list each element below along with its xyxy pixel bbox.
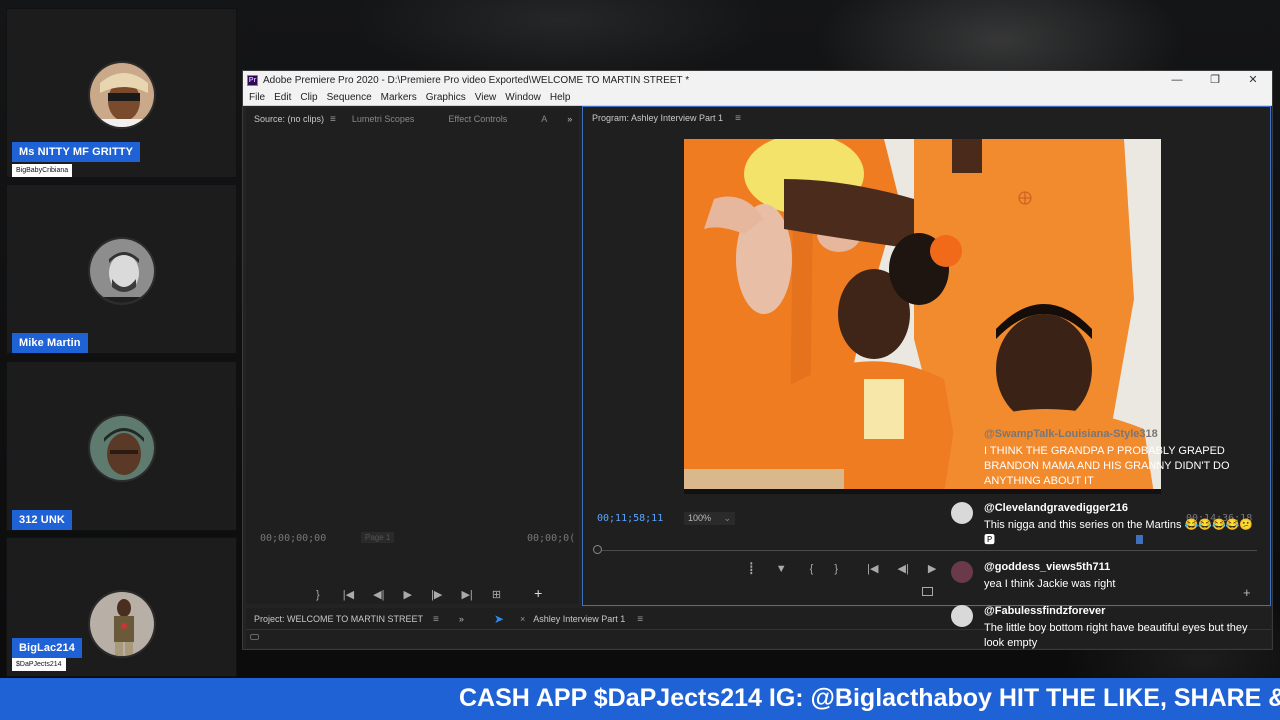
participant-avatar (88, 237, 156, 305)
step-forward-icon[interactable]: |▶ (431, 589, 442, 601)
chat-author: @Fabulessfindzforever (984, 605, 1106, 617)
add-button-icon[interactable]: + (534, 585, 542, 601)
participant-name-tag: BigLac214 (12, 638, 82, 658)
participant-name-tag: Mike Martin (12, 333, 88, 353)
marker-icon[interactable]: ▼ (776, 563, 787, 575)
tab-sequence[interactable]: Ashley Interview Part 1 (533, 614, 625, 624)
chat-message-text: This nigga and this series on the Martin… (984, 519, 1254, 546)
ticker-text: CASH APP $DaPJects214 IG: @Biglacthaboy … (459, 684, 1280, 712)
panel-menu-icon[interactable]: ≡ (433, 614, 439, 625)
source-transport-controls: } |◀ ◀| ▶ |▶ ▶| ⊞ + (316, 585, 542, 601)
participant-name-tag: Ms NITTY MF GRITTY (12, 142, 141, 162)
insert-icon[interactable]: ⊞ (492, 589, 501, 601)
menu-view[interactable]: View (475, 92, 497, 103)
step-back-icon[interactable]: ◀| (373, 589, 384, 601)
panel-menu-icon[interactable]: ≡ (330, 114, 336, 125)
step-back-icon[interactable]: ◀| (898, 563, 909, 575)
premiere-logo-icon: Pr (247, 74, 258, 86)
close-icon[interactable]: ✕ (1234, 71, 1272, 89)
close-tab-icon[interactable]: × (520, 614, 525, 624)
participant-tile-3[interactable]: 312 UNK (6, 361, 237, 531)
mark-out-icon[interactable]: } (834, 563, 838, 575)
zoom-dropdown[interactable]: 100% ⌄ (684, 512, 736, 525)
source-tabs: Source: (no clips) ≡ Lumetri Scopes Effe… (246, 108, 579, 130)
mark-in-icon[interactable]: { (810, 563, 814, 575)
go-to-out-icon[interactable]: ▶| (461, 589, 472, 601)
program-timecode[interactable]: 00;11;58;11 (597, 513, 663, 524)
chat-faded-author: @SwampTalk-Louisiana-Style318 (984, 428, 1158, 440)
chevron-down-icon: ⌄ (723, 513, 732, 523)
menu-edit[interactable]: Edit (274, 92, 291, 103)
tab-lumetri-scopes[interactable]: Lumetri Scopes (352, 114, 415, 124)
participant-handle-tag: BigBabyCribiana (12, 164, 73, 177)
go-to-in-icon[interactable]: |◀ (343, 589, 354, 601)
menu-bar: File Edit Clip Sequence Markers Graphics… (243, 89, 1272, 106)
chat-author: @goddess_views5th711 (984, 561, 1111, 573)
tab-project[interactable]: Project: WELCOME TO MARTIN STREET (254, 614, 423, 624)
play-icon[interactable]: ▶ (928, 563, 936, 575)
participant-avatar (88, 414, 156, 482)
program-title[interactable]: Program: Ashley Interview Part 1 (592, 113, 723, 123)
source-timecode: 00;00;00;00 (260, 533, 327, 544)
menu-graphics[interactable]: Graphics (426, 92, 466, 103)
participant-avatar (88, 61, 156, 129)
selection-tool-icon[interactable]: ➤ (494, 612, 504, 626)
source-page-dropdown[interactable]: Page 1 (361, 532, 395, 543)
participant-avatar (88, 590, 156, 658)
export-frame-icon[interactable] (922, 587, 933, 596)
chat-avatar (951, 561, 973, 583)
source-duration: 00;00;0( (527, 533, 576, 544)
playhead-start-handle[interactable] (593, 545, 602, 554)
program-transport-controls: ┋ ▼ { } |◀ ◀| ▶ (748, 562, 936, 575)
tab-effect-controls[interactable]: Effect Controls (448, 114, 507, 124)
go-to-in-icon[interactable]: |◀ (867, 563, 878, 575)
program-header: Program: Ashley Interview Part 1 ≡ (583, 107, 1272, 129)
participant-handle-tag: $DaPJects214 (12, 658, 66, 671)
donation-ticker: CASH APP $DaPJects214 IG: @Biglacthaboy … (0, 678, 1280, 720)
play-icon[interactable]: ▶ (404, 589, 412, 601)
tab-source[interactable]: Source: (no clips) (254, 114, 324, 124)
participant-name-tag: 312 UNK (12, 510, 72, 530)
live-chat-overlay: @SwampTalk-Louisiana-Style318 I THINK TH… (946, 425, 1276, 660)
menu-window[interactable]: Window (505, 92, 541, 103)
menu-clip[interactable]: Clip (300, 92, 317, 103)
menu-sequence[interactable]: Sequence (327, 92, 372, 103)
chat-avatar (951, 502, 973, 524)
chat-message-text: I THINK THE GRANDPA P PROBABLY GRAPED BR… (984, 445, 1230, 487)
restore-icon[interactable]: ❐ (1196, 71, 1234, 89)
chat-message-text: yea I think Jackie was right (984, 578, 1116, 590)
mark-out-icon[interactable]: } (316, 589, 320, 601)
zoom-value: 100% (688, 513, 712, 523)
panel-menu-icon[interactable]: ≡ (637, 614, 643, 625)
more-panels-icon[interactable]: » (567, 114, 572, 124)
menu-help[interactable]: Help (550, 92, 571, 103)
minimize-icon[interactable]: — (1158, 71, 1196, 89)
tab-audio[interactable]: A (541, 114, 547, 124)
link-icon[interactable] (250, 634, 259, 640)
source-panel[interactable]: Source: (no clips) ≡ Lumetri Scopes Effe… (246, 108, 579, 604)
window-titlebar[interactable]: Pr Adobe Premiere Pro 2020 - D:\Premiere… (243, 71, 1272, 89)
chat-message-text: The little boy bottom right have beautif… (984, 622, 1248, 649)
chat-avatar (951, 605, 973, 627)
participant-tile-4[interactable]: BigLac214 $DaPJects214 (6, 537, 237, 677)
chat-author: @Clevelandgravedigger216 (984, 502, 1129, 514)
menu-markers[interactable]: Markers (381, 92, 417, 103)
menu-file[interactable]: File (249, 92, 265, 103)
participant-tile-1[interactable]: Ms NITTY MF GRITTY BigBabyCribiana (6, 8, 237, 178)
window-title: Adobe Premiere Pro 2020 - D:\Premiere Pr… (263, 74, 690, 86)
panel-menu-icon[interactable]: ≡ (735, 113, 741, 124)
lift-icon[interactable]: ┋ (748, 563, 755, 575)
more-panels-icon[interactable]: » (459, 614, 464, 624)
participant-tile-2[interactable]: Mike Martin (6, 184, 237, 354)
